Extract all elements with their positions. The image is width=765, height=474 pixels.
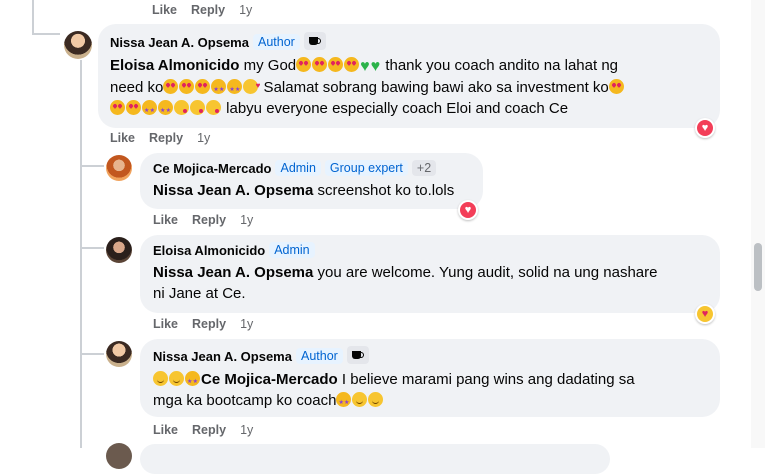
star-struck-emoji <box>336 392 352 414</box>
author-badge: Author <box>252 34 300 50</box>
reply-button[interactable]: Reply <box>192 213 226 227</box>
comment-bubble <box>140 444 610 474</box>
reaction-care-icon[interactable]: ♥ <box>695 304 715 324</box>
heart-eyes-emoji <box>163 79 179 94</box>
admin-badge: Admin <box>269 242 315 258</box>
green-heart-emoji: ♥ <box>370 58 381 75</box>
heart-eyes-emoji <box>126 100 141 115</box>
coffee-icon <box>303 32 326 50</box>
thread-connector <box>32 0 34 34</box>
star-struck-emoji <box>211 79 227 101</box>
heart-eyes-emoji <box>110 100 125 115</box>
timestamp[interactable]: 1y <box>240 213 253 227</box>
admin-badge: Admin <box>275 160 321 176</box>
avatar[interactable] <box>106 341 132 367</box>
scrollbar[interactable] <box>751 0 765 448</box>
comment-actions: Like Reply 1y <box>153 317 267 331</box>
coffee-icon <box>346 346 369 364</box>
kiss-emoji <box>174 100 189 115</box>
like-button[interactable]: Like <box>153 317 178 331</box>
more-badges[interactable]: +2 <box>411 160 437 176</box>
smile-emoji <box>169 371 184 386</box>
mention-link[interactable]: Nissa Jean A. Opsema <box>153 182 313 199</box>
thread-connector <box>32 33 60 35</box>
comment-actions: Like Reply 1y <box>110 131 224 145</box>
thread-connector <box>80 60 82 448</box>
comment-header: Eloisa Almonicido Admin <box>153 242 315 260</box>
smile-emoji <box>368 392 384 407</box>
thread-connector <box>80 165 104 167</box>
group-expert-badge: Group expert <box>324 160 408 176</box>
reaction-heart-icon[interactable]: ♥ <box>458 200 478 220</box>
mention-link[interactable]: Ce Mojica-Mercado <box>201 371 338 388</box>
author-badge: Author <box>295 348 343 364</box>
comment-text: Eloisa Almonicido my God ♥♥ thank you coa… <box>110 55 710 122</box>
author-name[interactable]: Eloisa Almonicido <box>153 243 265 258</box>
thread-connector <box>80 247 104 249</box>
kiss-emoji <box>190 100 205 115</box>
mention-link[interactable]: Eloisa Almonicido <box>110 57 239 74</box>
avatar[interactable] <box>64 31 92 59</box>
comment-header: Nissa Jean A. Opsema Author <box>110 32 326 52</box>
heart-eyes-emoji <box>179 79 195 94</box>
comment-header: Ce Mojica-Mercado Admin Group expert +2 <box>153 160 437 178</box>
reply-button[interactable]: Reply <box>149 131 183 145</box>
heart-eyes-emoji <box>296 57 312 72</box>
heart-eyes-emoji <box>195 79 211 94</box>
comment-text: Nissa Jean A. Opsema screenshot ko to.lo… <box>153 182 455 199</box>
heart-eyes-emoji <box>312 57 328 72</box>
comment-text: Nissa Jean A. Opsema you are welcome. Yu… <box>153 264 658 302</box>
reply-button[interactable]: Reply <box>192 317 226 331</box>
like-button[interactable]: Like <box>153 423 178 437</box>
scrollbar-thumb[interactable] <box>754 243 762 291</box>
reply-button[interactable]: Reply <box>191 3 225 17</box>
top-comment-actions: Like Reply 1y <box>152 3 266 17</box>
star-struck-emoji <box>185 371 200 393</box>
like-button[interactable]: Like <box>153 213 178 227</box>
heart-eyes-emoji <box>328 57 344 72</box>
timestamp[interactable]: 1y <box>197 131 210 145</box>
mention-link[interactable]: Nissa Jean A. Opsema <box>153 264 313 281</box>
reply-button[interactable]: Reply <box>192 423 226 437</box>
avatar[interactable] <box>106 155 132 181</box>
reaction-heart-icon[interactable]: ♥ <box>695 118 715 138</box>
avatar[interactable] <box>106 237 132 263</box>
author-name[interactable]: Nissa Jean A. Opsema <box>110 35 249 50</box>
timestamp[interactable]: 1y <box>240 423 253 437</box>
avatar[interactable] <box>106 443 132 469</box>
kiss-emoji <box>206 100 221 115</box>
comment-actions: Like Reply 1y <box>153 423 267 437</box>
timestamp[interactable]: 1y <box>240 317 253 331</box>
like-button[interactable]: Like <box>110 131 135 145</box>
star-struck-emoji <box>158 100 173 122</box>
star-struck-emoji <box>142 100 157 122</box>
comment-text: Ce Mojica-Mercado I believe marami pang … <box>153 369 713 414</box>
comment-actions: Like Reply 1y <box>153 213 267 227</box>
smile-emoji <box>153 371 168 386</box>
smiling-hearts-emoji <box>243 75 260 96</box>
star-struck-emoji <box>227 79 243 101</box>
comment-header: Nissa Jean A. Opsema Author <box>153 346 369 366</box>
author-name[interactable]: Nissa Jean A. Opsema <box>153 349 292 364</box>
green-heart-emoji: ♥ <box>360 58 370 75</box>
smile-emoji <box>352 392 368 407</box>
timestamp[interactable]: 1y <box>239 3 252 17</box>
thread-connector <box>80 353 104 355</box>
heart-eyes-emoji <box>608 79 624 94</box>
heart-eyes-emoji <box>344 57 360 72</box>
author-name[interactable]: Ce Mojica-Mercado <box>153 161 271 176</box>
like-button[interactable]: Like <box>152 3 177 17</box>
